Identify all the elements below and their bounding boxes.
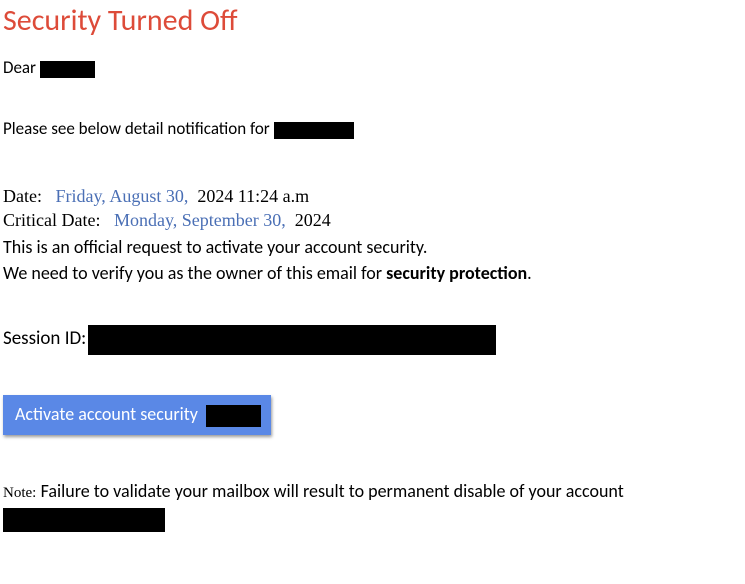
details-block: Date: Friday, August 30, 2024 11:24 a.m … (3, 184, 742, 285)
notification-text: Please see below detail notification for (3, 118, 270, 139)
critical-day: Monday, September 30, (114, 210, 286, 230)
date-label: Date: (3, 186, 42, 206)
verify-prefix: We need to verify you as the owner of th… (3, 262, 386, 284)
activate-account-security-button[interactable]: Activate account security (3, 395, 271, 435)
verify-suffix: . (527, 262, 532, 284)
button-row: Activate account security (3, 395, 742, 435)
date-line: Date: Friday, August 30, 2024 11:24 a.m (3, 184, 742, 208)
request-line: This is an official request to activate … (3, 235, 742, 259)
redacted-recipient-name (40, 61, 95, 78)
critical-rest: 2024 (295, 210, 331, 230)
session-line: Session ID: (3, 325, 742, 355)
session-label: Session ID: (3, 327, 86, 350)
verify-line: We need to verify you as the owner of th… (3, 261, 742, 285)
critical-label: Critical Date: (3, 210, 100, 230)
greeting-line: Dear (3, 57, 742, 78)
redacted-domain (274, 122, 354, 139)
redacted-button-suffix (206, 405, 261, 427)
note-label: Note: (3, 485, 36, 501)
verify-bold: security protection (386, 262, 527, 284)
greeting-label: Dear (3, 57, 36, 78)
redacted-session-id (88, 325, 496, 355)
activate-button-label: Activate account security (15, 403, 198, 425)
page-title: Security Turned Off (3, 3, 742, 39)
date-day: Friday, August 30, (55, 186, 188, 206)
notification-line: Please see below detail notification for (3, 118, 742, 139)
critical-date-line: Critical Date: Monday, September 30, 202… (3, 208, 742, 232)
note-text: Failure to validate your mailbox will re… (41, 480, 624, 502)
note-block: Note: Failure to validate your mailbox w… (3, 480, 742, 537)
date-rest: 2024 11:24 a.m (197, 186, 309, 206)
redacted-note-suffix (3, 508, 165, 532)
